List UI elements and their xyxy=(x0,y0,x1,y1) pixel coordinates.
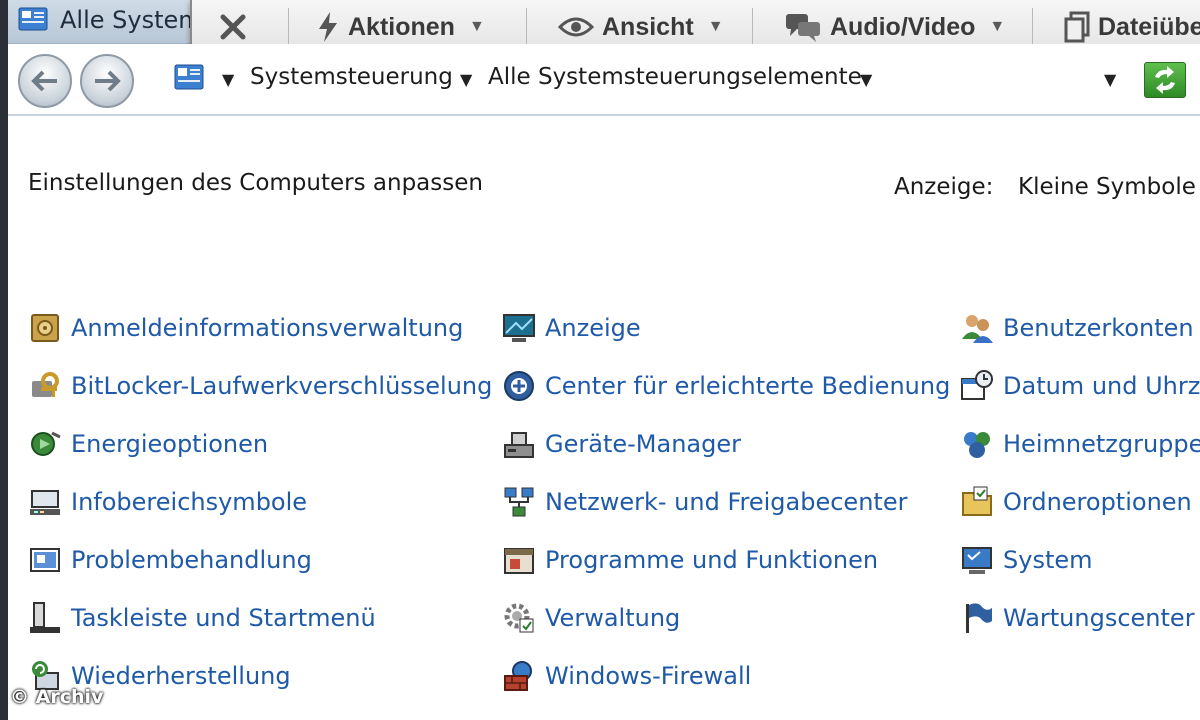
close-icon xyxy=(220,14,246,40)
toolbar-separator xyxy=(752,8,753,48)
cp-item-ordneroptionen[interactable]: Ordneroptionen xyxy=(960,482,1192,522)
address-history-dropdown[interactable]: ▼ xyxy=(1104,70,1116,89)
toolbar-separator xyxy=(526,8,527,48)
cp-item-label: Programme und Funktionen xyxy=(545,546,879,574)
chevron-down-icon: ▼ xyxy=(989,18,1006,35)
cp-item-erleichterte-bedienung[interactable]: Center für erleichterte Bedienung xyxy=(502,366,950,406)
cp-item-label: Energieoptionen xyxy=(71,430,269,458)
cp-item-label: Netzwerk- und Freigabecenter xyxy=(545,488,908,516)
cp-item-label: Center für erleichterte Bedienung xyxy=(545,372,951,400)
cp-item-bitlocker[interactable]: BitLocker-Laufwerkverschlüsselung xyxy=(28,366,492,406)
audio-video-label: Audio/Video xyxy=(830,12,976,41)
arrow-right-icon xyxy=(95,70,121,92)
address-bar: ▼ Systemsteuerung ▼ Alle Systemsteuerung… xyxy=(8,44,1200,116)
cp-item-benutzerkonten[interactable]: Benutzerkonten xyxy=(960,308,1194,348)
cp-item-label: Anmeldeinformationsverwaltung xyxy=(71,314,464,342)
cp-item-taskleiste[interactable]: Taskleiste und Startmenü xyxy=(28,598,376,638)
cp-item-verwaltung[interactable]: Verwaltung xyxy=(502,598,680,638)
control-panel-icon xyxy=(174,64,204,90)
lightning-icon xyxy=(319,12,337,42)
display-monitor-icon xyxy=(503,314,535,342)
cp-item-heimnetzgruppe[interactable]: Heimnetzgruppe xyxy=(960,424,1200,464)
cp-item-programme[interactable]: Programme und Funktionen xyxy=(502,540,878,580)
cp-item-label: Benutzerkonten xyxy=(1003,314,1194,342)
network-icon xyxy=(504,487,534,517)
view-by-label: Anzeige: xyxy=(894,174,994,200)
ansicht-label: Ansicht xyxy=(602,12,694,41)
device-manager-icon xyxy=(504,432,534,458)
ease-of-access-icon xyxy=(504,371,534,401)
taskbar-icon xyxy=(30,602,60,633)
credential-safe-icon xyxy=(31,314,59,342)
homegroup-icon xyxy=(964,432,990,458)
power-options-icon xyxy=(31,431,61,456)
user-accounts-icon xyxy=(962,315,993,343)
control-panel-icon xyxy=(18,7,48,31)
toolbar-separator xyxy=(1032,8,1033,48)
cp-item-netzwerk[interactable]: Netzwerk- und Freigabecenter xyxy=(502,482,907,522)
control-panel-window: Alle System Aktionen ▼ Ansicht ▼ Audio/V… xyxy=(8,0,1200,720)
cp-item-label: Datum und Uhrze xyxy=(1003,372,1200,400)
copyright-watermark: © Archiv xyxy=(10,686,104,708)
system-icon xyxy=(962,547,992,574)
breadcrumb-alle-elemente[interactable]: Alle Systemsteuerungselemente xyxy=(488,64,862,90)
cp-item-problembehandlung[interactable]: Problembehandlung xyxy=(28,540,312,580)
cp-item-label: Windows-Firewall xyxy=(545,662,752,690)
admin-tools-icon xyxy=(504,603,534,633)
troubleshooting-icon xyxy=(30,548,60,572)
cp-item-label: Heimnetzgruppe xyxy=(1003,430,1200,458)
file-transfer-label: Dateiübe xyxy=(1098,12,1200,41)
cp-item-infobereichsymbole[interactable]: Infobereichsymbole xyxy=(28,482,307,522)
cp-item-label: Verwaltung xyxy=(545,604,681,632)
breadcrumb-dropdown[interactable]: ▼ xyxy=(460,70,472,89)
cp-item-system[interactable]: System xyxy=(960,540,1093,580)
bitlocker-key-icon xyxy=(32,372,59,397)
cp-item-anmeldeinformationsverwaltung[interactable]: Anmeldeinformationsverwaltung xyxy=(28,308,463,348)
document-icon xyxy=(1064,11,1090,43)
cp-item-energieoptionen[interactable]: Energieoptionen xyxy=(28,424,268,464)
cp-item-label: Taskleiste und Startmenü xyxy=(71,604,376,632)
breadcrumb-dropdown[interactable]: ▼ xyxy=(222,70,234,89)
cp-item-label: Ordneroptionen xyxy=(1003,488,1192,516)
cp-item-datum-uhrzeit[interactable]: Datum und Uhrze xyxy=(960,366,1200,406)
aktionen-label: Aktionen xyxy=(348,12,455,41)
cp-item-label: Problembehandlung xyxy=(71,546,312,574)
chat-icon xyxy=(786,14,820,42)
cp-item-label: Geräte-Manager xyxy=(545,430,741,458)
refresh-icon xyxy=(1155,66,1175,94)
action-center-flag-icon xyxy=(966,603,992,633)
cp-item-geraete-manager[interactable]: Geräte-Manager xyxy=(502,424,741,464)
cp-item-label: BitLocker-Laufwerkverschlüsselung xyxy=(71,372,493,400)
forward-button[interactable] xyxy=(80,54,134,108)
chevron-down-icon: ▼ xyxy=(468,18,485,35)
cp-item-label: Wiederherstellung xyxy=(71,662,291,690)
eye-icon xyxy=(558,17,594,37)
folder-options-icon xyxy=(962,486,992,516)
arrow-left-icon xyxy=(31,70,57,92)
window-title: Alle System xyxy=(60,6,202,34)
firewall-icon xyxy=(504,661,532,691)
cp-item-label: Anzeige xyxy=(545,314,641,342)
cp-item-label: System xyxy=(1003,546,1093,574)
cp-item-windows-firewall[interactable]: Windows-Firewall xyxy=(502,656,751,696)
cp-item-label: Infobereichsymbole xyxy=(71,488,308,516)
cp-item-wartungscenter[interactable]: Wartungscenter xyxy=(960,598,1195,638)
refresh-button[interactable] xyxy=(1144,62,1186,98)
page-heading: Einstellungen des Computers anpassen xyxy=(28,170,483,196)
date-time-icon xyxy=(961,370,993,400)
cp-item-label: Wartungscenter xyxy=(1003,604,1195,632)
programs-icon xyxy=(504,548,534,574)
notification-area-icon xyxy=(30,490,60,515)
cp-item-anzeige[interactable]: Anzeige xyxy=(502,308,641,348)
back-button[interactable] xyxy=(18,54,72,108)
chevron-down-icon: ▼ xyxy=(707,18,724,35)
breadcrumb-dropdown[interactable]: ▼ xyxy=(860,70,872,89)
breadcrumb-systemsteuerung[interactable]: Systemsteuerung xyxy=(250,64,453,90)
toolbar-separator xyxy=(288,8,289,48)
view-by-dropdown[interactable]: Kleine Symbole xyxy=(1018,174,1196,200)
